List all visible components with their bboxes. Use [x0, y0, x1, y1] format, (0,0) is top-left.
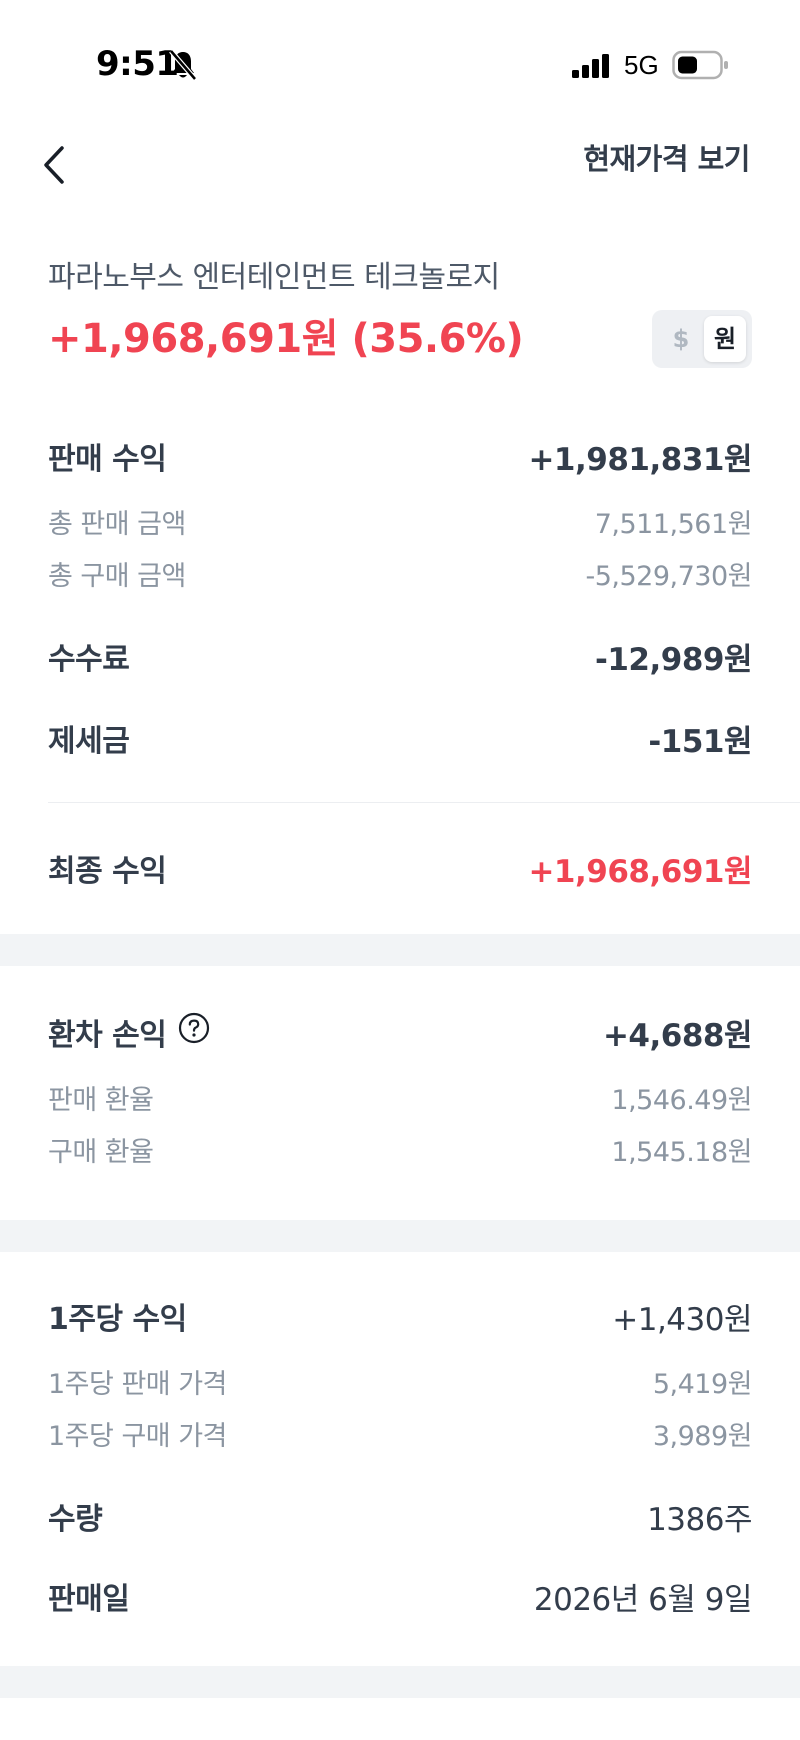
- quantity-label: 수량: [48, 1502, 103, 1537]
- fee-row: 수수료 -12,989원: [48, 634, 753, 678]
- help-icon[interactable]: [178, 1012, 210, 1044]
- signal-icon: [572, 54, 609, 78]
- sales-profit-value: +1,981,831원: [528, 442, 752, 478]
- per-share-profit-value: +1,430원: [612, 1302, 752, 1338]
- fx-profit-label: 환차 손익: [48, 1018, 167, 1053]
- per-share-sale-value: 5,419원: [652, 1369, 753, 1400]
- divider: [48, 802, 800, 803]
- sale-rate-value: 1,546.49원: [611, 1085, 752, 1116]
- per-share-profit-label: 1주당 수익: [48, 1302, 187, 1337]
- fx-profit-value: +4,688원: [602, 1018, 753, 1054]
- sale-date-label: 판매일: [48, 1582, 130, 1617]
- status-bar: 9:51 5G: [0, 0, 800, 120]
- view-current-price-button[interactable]: 현재가격 보기: [583, 136, 750, 178]
- per-share-profit-row: 1주당 수익 +1,430원: [48, 1294, 752, 1338]
- section-separator: [0, 934, 800, 966]
- section-separator: [0, 1666, 800, 1698]
- total-sale-row: 총 판매 금액 7,511,561원: [48, 502, 753, 546]
- buy-rate-label: 구매 환율: [48, 1137, 154, 1168]
- network-label: 5G: [624, 50, 659, 80]
- per-share-buy-value: 3,989원: [652, 1421, 753, 1452]
- buy-rate-value: 1,545.18원: [611, 1137, 752, 1168]
- back-chevron-icon[interactable]: [38, 140, 70, 190]
- sales-profit-row: 판매 수익 +1,981,831원: [48, 434, 752, 478]
- tax-value: -151원: [648, 724, 752, 760]
- total-sale-value: 7,511,561원: [594, 509, 753, 540]
- total-buy-row: 총 구매 금액 -5,529,730원: [48, 554, 752, 598]
- total-sale-label: 총 판매 금액: [48, 509, 186, 540]
- per-share-sale-label: 1주당 판매 가격: [48, 1369, 227, 1400]
- total-buy-label: 총 구매 금액: [48, 561, 186, 592]
- tax-row: 제세금 -151원: [48, 716, 752, 760]
- sale-date-row: 판매일 2026년 6월 9일: [48, 1574, 753, 1618]
- currency-option-krw[interactable]: 원: [704, 316, 746, 362]
- tax-label: 제세금: [48, 724, 130, 759]
- status-time: 9:51: [96, 44, 179, 84]
- currency-toggle[interactable]: $ 원: [652, 310, 752, 368]
- sales-profit-label: 판매 수익: [48, 442, 167, 477]
- sale-rate-label: 판매 환율: [48, 1085, 154, 1116]
- final-profit-label: 최종 수익: [48, 854, 167, 889]
- sale-rate-row: 판매 환율 1,546.49원: [48, 1078, 752, 1122]
- per-share-sale-row: 1주당 판매 가격 5,419원: [48, 1362, 753, 1406]
- battery-icon: [672, 50, 728, 80]
- fx-profit-row: 환차 손익 +4,688원: [48, 1010, 753, 1054]
- stock-name: 파라노부스 엔터테인먼트 테크놀로지: [48, 260, 500, 295]
- buy-rate-row: 구매 환율 1,545.18원: [48, 1130, 752, 1174]
- final-profit-row: 최종 수익 +1,968,691원: [48, 846, 752, 890]
- currency-option-usd[interactable]: $: [660, 316, 702, 362]
- total-buy-value: -5,529,730원: [585, 561, 753, 592]
- bell-muted-icon: [169, 49, 197, 81]
- fee-value: -12,989원: [594, 642, 753, 678]
- quantity-row: 수량 1386주: [48, 1494, 752, 1538]
- final-profit-value: +1,968,691원: [528, 854, 752, 890]
- fee-label: 수수료: [48, 642, 130, 677]
- quantity-value: 1386주: [647, 1502, 752, 1538]
- per-share-buy-row: 1주당 구매 가격 3,989원: [48, 1414, 753, 1458]
- total-profit-headline: +1,968,691원 (35.6%): [48, 316, 524, 362]
- section-separator: [0, 1220, 800, 1252]
- sale-date-value: 2026년 6월 9일: [533, 1582, 753, 1618]
- per-share-buy-label: 1주당 구매 가격: [48, 1421, 227, 1452]
